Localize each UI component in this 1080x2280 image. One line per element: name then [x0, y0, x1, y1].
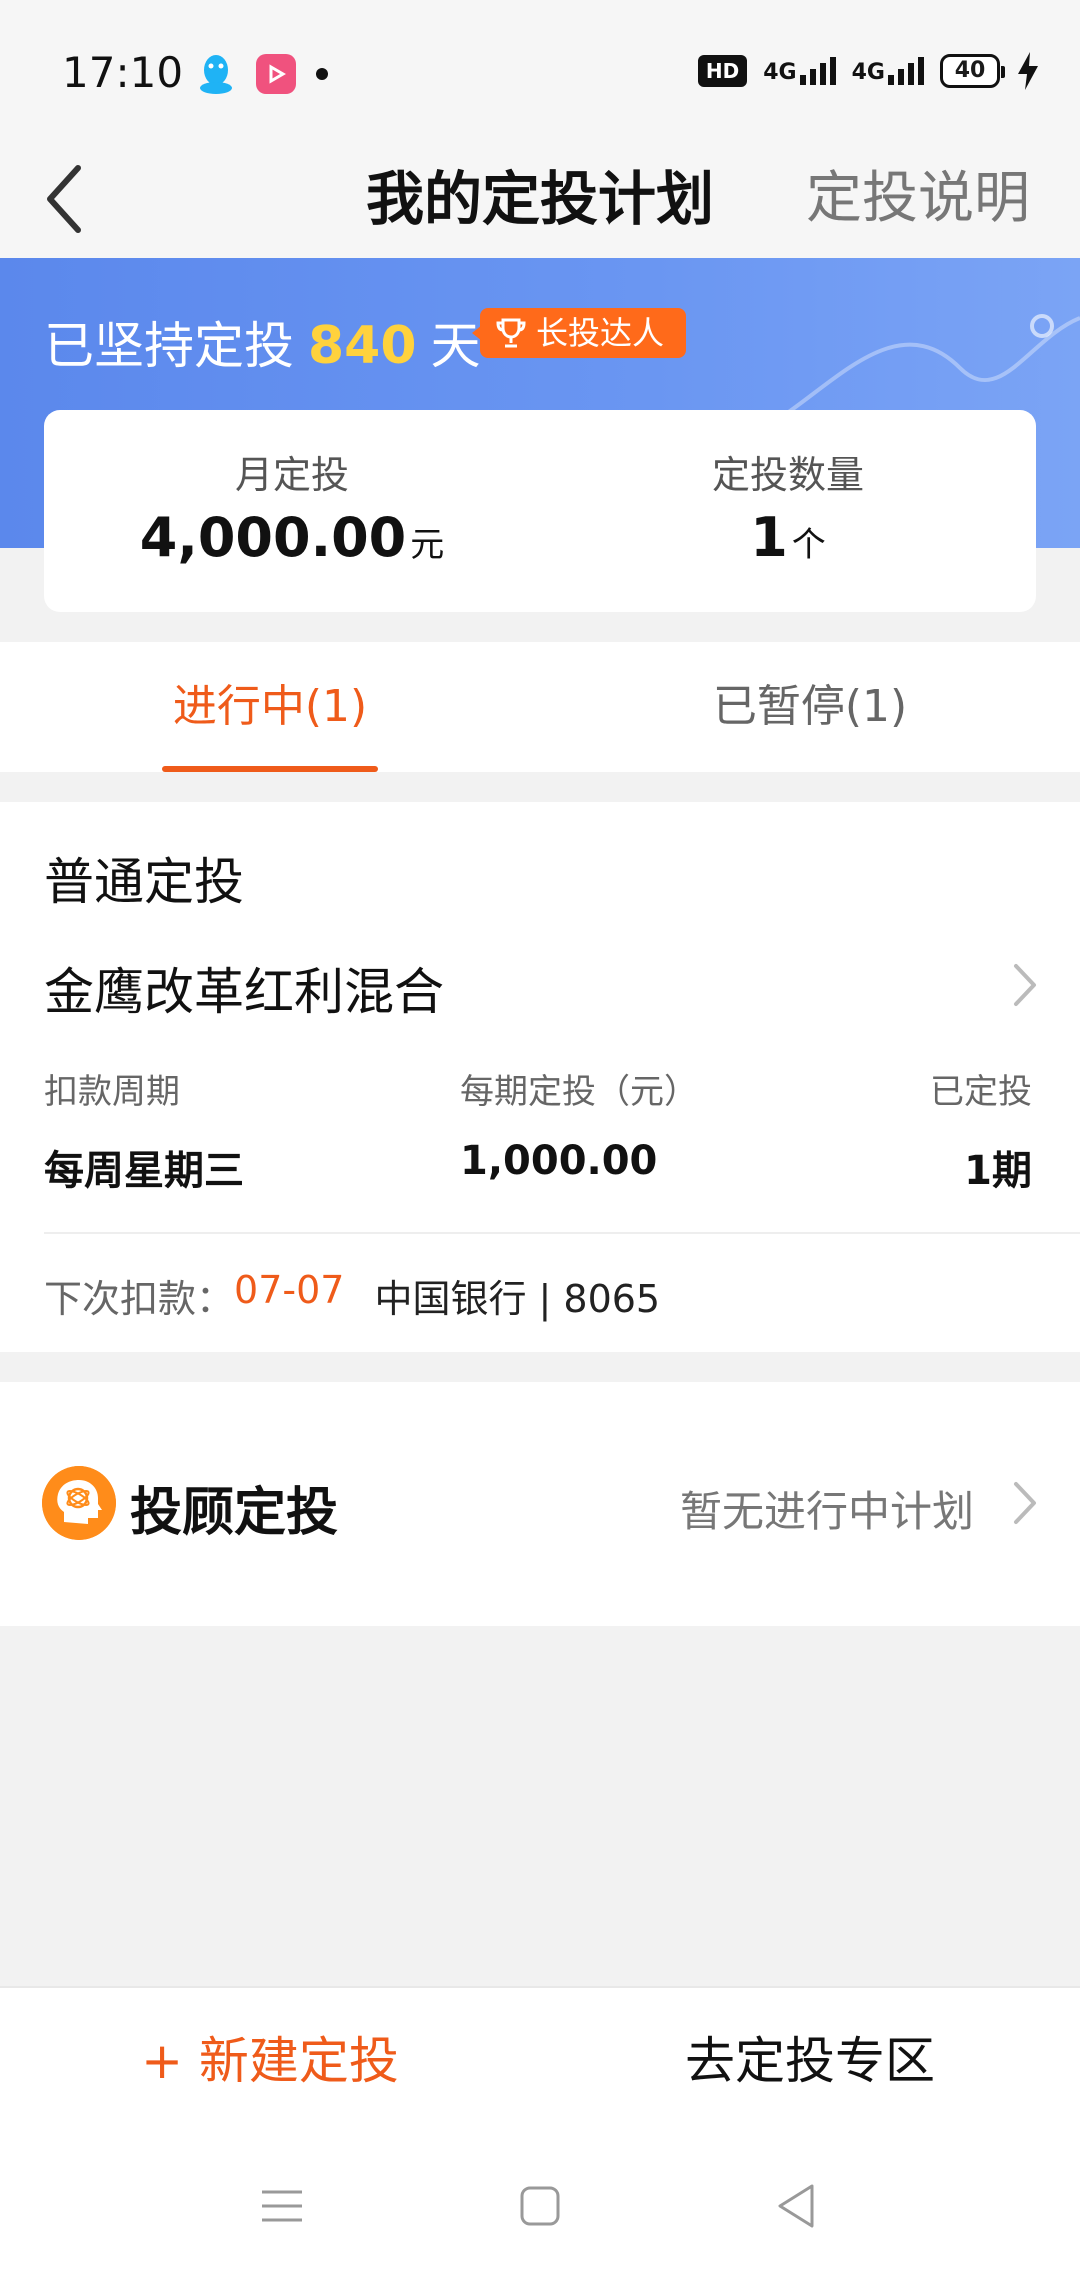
monthly-value: 4,000.00 元 — [44, 506, 540, 569]
next-debit-label: 下次扣款： — [44, 1277, 235, 1321]
amount-value: 1,000.00 — [460, 1138, 658, 1184]
qq-icon — [200, 55, 232, 94]
home-icon[interactable] — [510, 2176, 570, 2236]
status-left-icons — [196, 52, 328, 96]
network-type-2: 4G — [851, 60, 885, 85]
amount-label: 每期定投（元） — [460, 1072, 698, 1112]
advisor-icon — [42, 1466, 116, 1540]
signal-icon-2: 4G — [852, 57, 924, 85]
plan-zone-button[interactable]: 去定投专区 — [540, 1988, 1080, 2134]
chevron-right-icon — [1014, 1482, 1036, 1524]
chevron-right-icon — [1014, 964, 1036, 1006]
next-debit-info: 下次扣款： 07-07 中国银行 | 8065 — [44, 1268, 660, 1323]
fund-name: 金鹰改革红利混合 — [44, 963, 444, 1021]
plan-count: 定投数量 1个 — [540, 410, 1036, 612]
streak-prefix: 已坚持定投 — [44, 317, 294, 375]
status-right-icons: HD 4G 4G 40 — [697, 52, 1040, 90]
divider — [44, 1232, 1080, 1234]
video-app-icon — [256, 54, 296, 94]
status-bar: 17:10 HD 4G 4G 40 — [0, 0, 1080, 140]
advisor-plan-row[interactable]: 投顾定投 暂无进行中计划 — [0, 1382, 1080, 1626]
fund-row[interactable]: 金鹰改革红利混合 — [0, 942, 1080, 1032]
monthly-amount: 月定投 4,000.00 元 — [44, 410, 540, 612]
plan-tabs: 进行中(1) 已暂停(1) — [0, 642, 1080, 772]
monthly-number: 4,000.00 — [139, 506, 407, 569]
header: 我的定投计划 定投说明 — [0, 140, 1080, 258]
cycle-label: 扣款周期 — [44, 1072, 180, 1112]
signal-icon: 4G — [763, 57, 836, 85]
periods-value: 1期 — [964, 1148, 1032, 1194]
bottom-action-bar: + 新建定投 去定投专区 — [0, 1986, 1080, 2132]
trophy-icon — [496, 318, 526, 348]
monthly-unit: 元 — [410, 525, 445, 565]
count-unit: 个 — [791, 525, 826, 565]
hd-icon: HD — [697, 55, 748, 87]
trend-decoration — [780, 314, 1080, 418]
menu-icon[interactable] — [252, 2176, 312, 2236]
periods-label: 已定投 — [930, 1072, 1032, 1112]
advisor-title: 投顾定投 — [130, 1483, 339, 1543]
tab-indicator — [162, 766, 378, 772]
next-debit-date: 07-07 — [234, 1268, 345, 1312]
status-time: 17:10 — [62, 48, 184, 97]
summary-card: 月定投 4,000.00 元 定投数量 1个 — [44, 410, 1036, 612]
count-label: 定投数量 — [711, 453, 864, 497]
tab-active[interactable]: 进行中(1) — [160, 642, 380, 772]
section-title: 普通定投 — [44, 853, 244, 911]
tab-paused[interactable]: 已暂停(1) — [700, 642, 920, 772]
battery-icon: 40 — [940, 54, 1005, 88]
count-number: 1 — [750, 506, 788, 569]
plan-info-link[interactable]: 定投说明 — [806, 140, 1030, 258]
back-nav-icon[interactable] — [766, 2176, 826, 2236]
streak-suffix: 天 — [430, 317, 481, 375]
cycle-value: 每周星期三 — [44, 1148, 244, 1194]
streak-text: 已坚持定投 840 天 — [44, 306, 481, 378]
advisor-status: 暂无进行中计划 — [679, 1487, 974, 1536]
regular-plan-card: 普通定投 金鹰改革红利混合 扣款周期 每期定投（元） 已定投 每周星期三 1,0… — [0, 802, 1080, 1352]
count-value: 1个 — [540, 506, 1036, 569]
badge-label: 长投达人 — [536, 314, 665, 352]
streak-days: 840 — [308, 316, 417, 376]
system-nav-bar — [0, 2132, 1080, 2280]
network-type-1: 4G — [763, 60, 797, 85]
new-plan-button[interactable]: + 新建定投 — [0, 1988, 540, 2134]
achievement-badge: 长投达人 — [471, 308, 687, 358]
monthly-label: 月定投 — [234, 453, 349, 497]
bank-info: 中国银行 | 8065 — [374, 1277, 661, 1321]
notification-dot — [316, 68, 328, 80]
charging-icon — [1018, 52, 1038, 90]
